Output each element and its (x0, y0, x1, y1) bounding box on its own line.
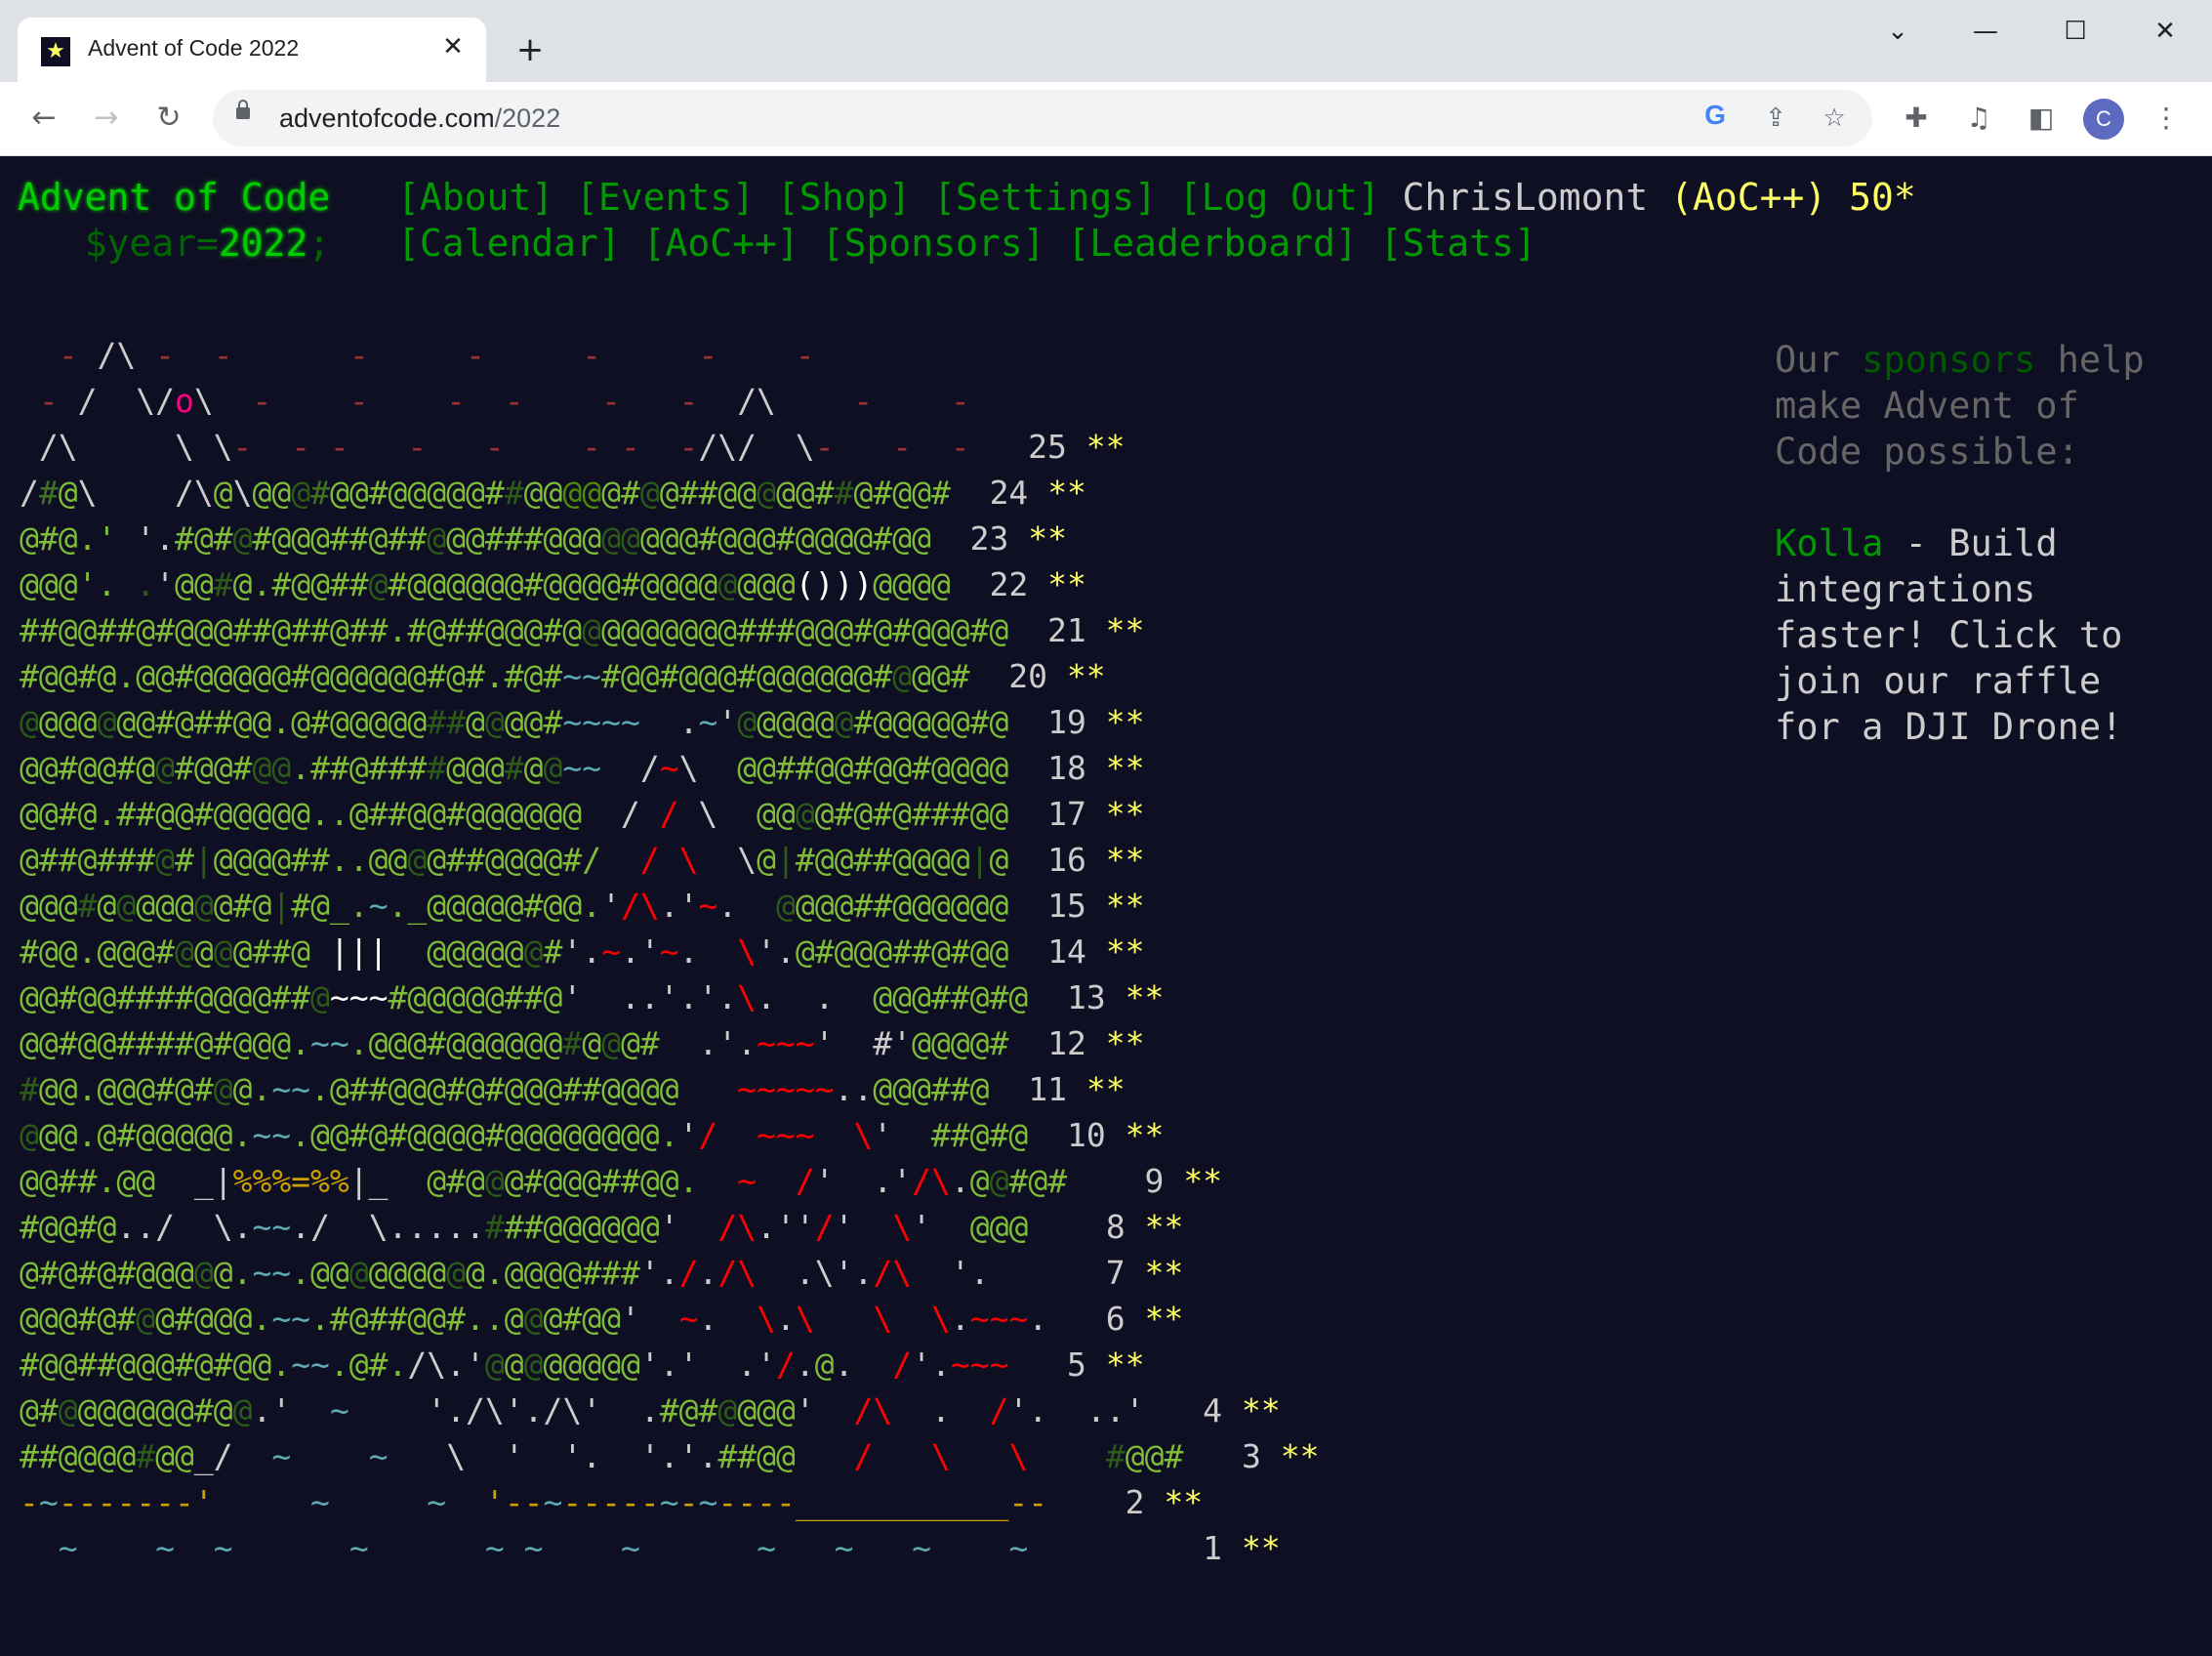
media-icon[interactable]: ♫ (1956, 96, 2001, 141)
url-text[interactable]: adventofcode.com/2022 (279, 104, 560, 134)
lock-icon[interactable] (236, 100, 250, 119)
header-row-2: $year=2022; [Calendar] [AoC++] [Sponsors… (18, 221, 1536, 267)
reload-icon[interactable]: ↻ (146, 96, 191, 141)
calendar-day-19[interactable]: @@@@@@@#@##@@.@#@@@@@##@@@@#~~~~ .~'@@@@… (20, 699, 1319, 745)
menu-icon[interactable]: ⋮ (2144, 96, 2189, 141)
calendar-day-25[interactable]: /\ \ \- - - - - - - -/\/ \- - - 25 ** (20, 424, 1319, 470)
back-arrow-icon[interactable]: ← (21, 96, 66, 141)
calendar-day-12[interactable]: @@#@@####@#@@@.~~.@@@#@@@@@@#@@@# .'.~~~… (20, 1020, 1319, 1066)
calendar-day-8[interactable]: #@@#@../ \.~~./ \.....###@@@@@@' /\.''/'… (20, 1204, 1319, 1250)
address-bar[interactable]: adventofcode.com/2022 G ⇪ ☆ (213, 90, 1872, 146)
sponsor-intro-pre: Our (1775, 339, 1863, 381)
calendar-day-18[interactable]: @@#@@#@@#@@#@@.##@####@@@#@@~~ /~\ @@##@… (20, 745, 1319, 791)
calendar-day-23[interactable]: @#@.' '.#@#@#@@@##@##@@@###@@@@@@@@#@@@#… (20, 516, 1319, 561)
user-badge[interactable]: (AoC++) (1670, 176, 1826, 219)
calendar-day-15[interactable]: @@@#@@@@@@@#@|#@_.~._@@@@@#@@.'/\.'~. @@… (20, 883, 1319, 929)
calendar-day-14[interactable]: #@@.@@@#@@@@##@ ||| @@@@@@#'.~.'~. \'.@#… (20, 929, 1319, 974)
calendar-day-10[interactable]: @@@.@#@@@@@.~~.@@#@#@@@@#@@@@@@@@.'/ ~~~… (20, 1112, 1319, 1158)
year-suffix: ; (307, 222, 331, 265)
browser-tab[interactable]: ★ Advent of Code 2022 ✕ (18, 18, 486, 82)
bookmark-star-icon[interactable]: ☆ (1816, 100, 1853, 137)
calendar-day-13[interactable]: @@#@@####@@@@##@~~~#@@@@@##@' ..'.'.\. .… (20, 974, 1319, 1020)
user-name: ChrisLomont (1402, 176, 1649, 219)
calendar-day-17[interactable]: @@#@.##@@#@@@@@..@##@@#@@@@@@ / / \ @@@@… (20, 791, 1319, 837)
google-icon[interactable]: G (1697, 100, 1734, 137)
calendar-day-21[interactable]: ##@@##@#@@@##@##@##.#@##@@@#@@@@@@@@@###… (20, 607, 1319, 653)
sponsors-link[interactable]: sponsors (1862, 339, 2035, 381)
tab-close-icon[interactable]: ✕ (437, 31, 469, 62)
calendar-top-1: - /\ - - - - - - - (20, 336, 815, 374)
forward-arrow-icon[interactable]: → (84, 96, 129, 141)
calendar-day-6[interactable]: @@@#@#@@#@@@.~~.#@##@@#..@@@#@@' ~. \.\ … (20, 1296, 1319, 1342)
calendar-top-2: - / \/o\ - - - - - - /\ - - (20, 382, 970, 420)
calendar-day-24[interactable]: /#@\ /\@\@@@#@@#@@@@@##@@@@@#@@##@@@@@##… (20, 470, 1319, 516)
year-prefix: $year= (84, 222, 219, 265)
calendar-art: - /\ - - - - - - - - / \/o\ - - - - - - … (20, 332, 1319, 1571)
nav-sponsors[interactable]: [Sponsors] (822, 222, 1045, 265)
calendar-day-11[interactable]: #@@.@@@#@#@@.~~.@##@@@#@#@@@##@@@@ ~~~~~… (20, 1066, 1319, 1112)
nav-logout[interactable]: [Log Out] (1179, 176, 1380, 219)
maximize-icon[interactable]: ☐ (2046, 10, 2105, 53)
nav-leaderboard[interactable]: [Leaderboard] (1067, 222, 1357, 265)
tab-strip: ★ Advent of Code 2022 ✕ + ⌄ — ☐ ✕ (0, 0, 2212, 82)
calendar-day-20[interactable]: #@@#@.@@#@@@@@#@@@@@@#@#.#@#~~#@@#@@@#@@… (20, 653, 1319, 699)
sponsor-kolla-link[interactable]: Kolla (1775, 522, 1883, 564)
calendar-day-1[interactable]: ~ ~ ~ ~ ~ ~ ~ ~ ~ ~ ~ 1 ** (20, 1525, 1319, 1571)
nav-shop[interactable]: [Shop] (777, 176, 911, 219)
sponsor-sidebar: Our sponsors help make Advent of Code po… (1775, 337, 2185, 750)
browser-chrome: ★ Advent of Code 2022 ✕ + ⌄ — ☐ ✕ ← → ↻ … (0, 0, 2212, 156)
calendar-day-3[interactable]: ##@@@@#@@_/ ~ ~ \ ' '. '.'.##@@ / \ \ #@… (20, 1433, 1319, 1479)
minimize-icon[interactable]: — (1956, 10, 2015, 53)
calendar-day-7[interactable]: @#@#@#@@@@@.~~.@@@@@@@@@.@@@@###'././\ .… (20, 1250, 1319, 1296)
calendar-day-9[interactable]: @@##.@@ _|%%%=%%|_ @#@@@#@@@##@@. ~ /' .… (20, 1158, 1319, 1204)
calendar-day-4[interactable]: @#@@@@@@@#@@.' ~ './\'./\' .#@#@@@@' /\ … (20, 1387, 1319, 1433)
year-link[interactable]: 2022 (219, 222, 308, 265)
browser-toolbar: ← → ↻ adventofcode.com/2022 G ⇪ ☆ ✚ ♫ ◧ … (0, 82, 2212, 156)
calendar-day-5[interactable]: #@@##@@@#@#@@.~~.@#./\.'@@@@@@@@'.' .'/.… (20, 1342, 1319, 1387)
nav-settings[interactable]: [Settings] (933, 176, 1157, 219)
nav-stats[interactable]: [Stats] (1380, 222, 1536, 265)
window-close-icon[interactable]: ✕ (2136, 10, 2194, 53)
calendar-day-2[interactable]: -~-------' ~ ~ '--~-----~-~----_________… (20, 1479, 1319, 1525)
user-stars: 50* (1849, 176, 1916, 219)
site-logo[interactable]: Advent of Code (18, 176, 330, 219)
nav-calendar[interactable]: [Calendar] (397, 222, 621, 265)
favicon-icon: ★ (41, 37, 70, 66)
share-icon[interactable]: ⇪ (1757, 100, 1794, 137)
nav-aocpp[interactable]: [AoC++] (643, 222, 799, 265)
tab-search-icon[interactable]: ⌄ (1868, 10, 1927, 53)
nav-events[interactable]: [Events] (576, 176, 755, 219)
calendar-day-22[interactable]: @@@'. .'@@#@.#@@##@#@@@@@@#@@@@#@@@@@@@@… (20, 561, 1319, 607)
side-panel-icon[interactable]: ◧ (2019, 96, 2064, 141)
new-tab-button[interactable]: + (510, 29, 551, 70)
header-row-1: Advent of Code [About] [Events] [Shop] [… (18, 175, 1916, 221)
nav-about[interactable]: [About] (397, 176, 553, 219)
tab-title: Advent of Code 2022 (88, 35, 300, 61)
calendar-day-16[interactable]: @##@###@#|@@@@##..@@@@##@@@@#/ / \ \@|#@… (20, 837, 1319, 883)
extensions-icon[interactable]: ✚ (1894, 96, 1939, 141)
aoc-page: Advent of Code [About] [Events] [Shop] [… (0, 156, 2212, 1656)
profile-avatar[interactable]: C (2083, 99, 2124, 140)
